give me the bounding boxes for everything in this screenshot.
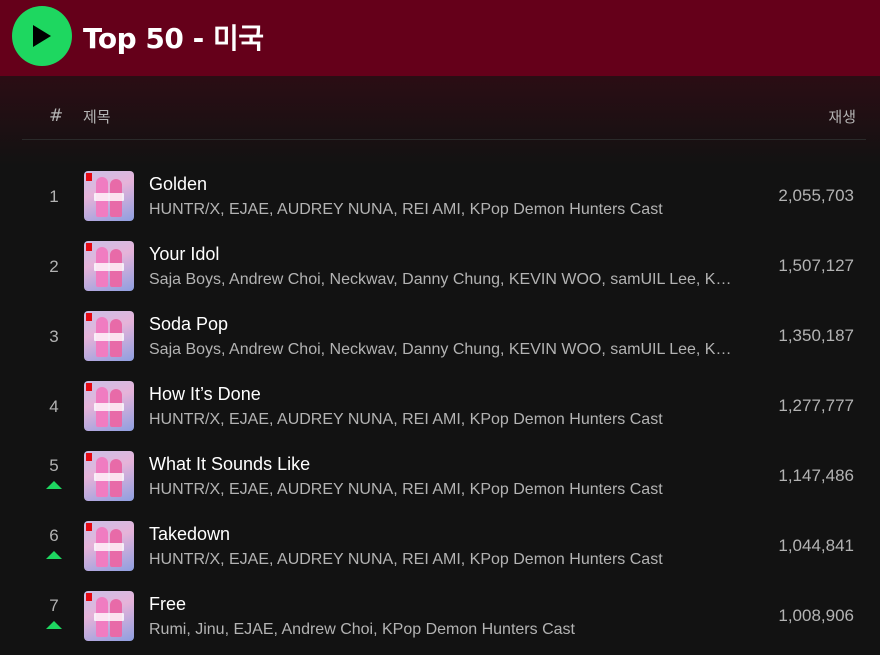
track-title[interactable]: Takedown bbox=[149, 524, 230, 545]
track-plays: 1,507,127 bbox=[778, 256, 854, 275]
column-rank: # bbox=[49, 106, 64, 126]
track-artists[interactable]: HUNTR/X, EJAE, AUDREY NUNA, REI AMI, KPo… bbox=[149, 551, 739, 569]
track-row[interactable]: 2 Your Idol Saja Boys, Andrew Choi, Neck… bbox=[22, 231, 866, 301]
album-cover bbox=[84, 521, 134, 571]
track-rank: 5 bbox=[49, 456, 59, 475]
track-plays: 1,277,777 bbox=[778, 396, 854, 415]
track-rank: 2 bbox=[49, 257, 59, 276]
track-artists[interactable]: HUNTR/X, EJAE, AUDREY NUNA, REI AMI, KPo… bbox=[149, 201, 739, 219]
rank-up-icon bbox=[46, 481, 62, 489]
track-plays: 1,350,187 bbox=[778, 326, 854, 345]
track-plays: 1,147,486 bbox=[778, 466, 854, 485]
track-artists[interactable]: HUNTR/X, EJAE, AUDREY NUNA, REI AMI, KPo… bbox=[149, 411, 739, 429]
track-artists[interactable]: Saja Boys, Andrew Choi, Neckwav, Danny C… bbox=[149, 341, 739, 359]
track-row[interactable]: 1 Golden HUNTR/X, EJAE, AUDREY NUNA, REI… bbox=[22, 161, 866, 231]
playlist-title: Top 50 - 미국 bbox=[83, 22, 264, 55]
album-cover bbox=[84, 171, 134, 221]
play-button[interactable] bbox=[12, 6, 72, 66]
album-cover bbox=[84, 241, 134, 291]
track-title[interactable]: How It’s Done bbox=[149, 384, 261, 405]
track-artists[interactable]: Rumi, Jinu, EJAE, Andrew Choi, KPop Demo… bbox=[149, 621, 739, 639]
track-title[interactable]: What It Sounds Like bbox=[149, 454, 310, 475]
track-plays: 1,044,841 bbox=[778, 536, 854, 555]
track-row[interactable]: 6 Takedown HUNTR/X, EJAE, AUDREY NUNA, R… bbox=[22, 511, 866, 581]
track-artists[interactable]: Saja Boys, Andrew Choi, Neckwav, Danny C… bbox=[149, 271, 739, 289]
track-title[interactable]: Golden bbox=[149, 174, 207, 195]
track-plays: 2,055,703 bbox=[778, 186, 854, 205]
track-rank: 4 bbox=[49, 397, 59, 416]
track-row[interactable]: 4 How It’s Done HUNTR/X, EJAE, AUDREY NU… bbox=[22, 371, 866, 441]
track-plays: 1,008,906 bbox=[778, 606, 854, 625]
track-row[interactable]: 3 Soda Pop Saja Boys, Andrew Choi, Neckw… bbox=[22, 301, 866, 371]
column-plays[interactable]: 재생 bbox=[828, 106, 856, 127]
track-rank: 7 bbox=[49, 596, 59, 615]
album-cover bbox=[84, 451, 134, 501]
track-artists[interactable]: HUNTR/X, EJAE, AUDREY NUNA, REI AMI, KPo… bbox=[149, 481, 739, 499]
album-cover bbox=[84, 381, 134, 431]
album-cover bbox=[84, 311, 134, 361]
rank-up-icon bbox=[46, 621, 62, 629]
track-rank: 6 bbox=[49, 526, 59, 545]
track-row[interactable]: 5 What It Sounds Like HUNTR/X, EJAE, AUD… bbox=[22, 441, 866, 511]
track-title[interactable]: Soda Pop bbox=[149, 314, 228, 335]
playlist-header: Top 50 - 미국 bbox=[0, 0, 880, 76]
track-title[interactable]: Your Idol bbox=[149, 244, 219, 265]
track-rank: 3 bbox=[49, 327, 59, 346]
rank-up-icon bbox=[46, 551, 62, 559]
album-cover bbox=[84, 591, 134, 641]
column-header: # 제목 재생 bbox=[22, 96, 866, 140]
track-title[interactable]: Free bbox=[149, 594, 186, 615]
column-title[interactable]: 제목 bbox=[83, 106, 111, 127]
track-rank: 1 bbox=[49, 187, 59, 206]
play-icon bbox=[33, 25, 51, 47]
track-row[interactable]: 7 Free Rumi, Jinu, EJAE, Andrew Choi, KP… bbox=[22, 581, 866, 651]
